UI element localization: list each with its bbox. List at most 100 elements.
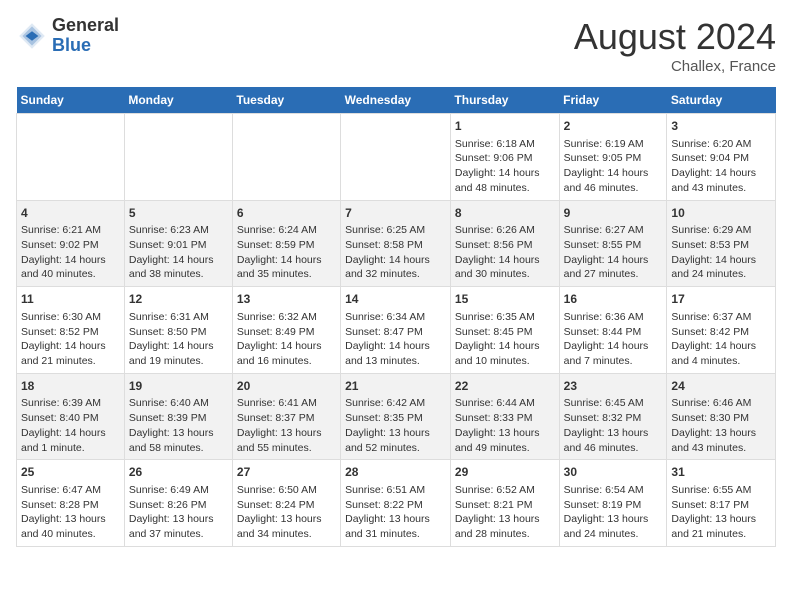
- day-content: Sunrise: 6:34 AM: [345, 310, 446, 325]
- header-cell: Wednesday: [341, 87, 451, 114]
- day-content: Daylight: 14 hours and 32 minutes.: [345, 253, 446, 282]
- day-content: Sunset: 8:49 PM: [237, 325, 336, 340]
- calendar-cell: 14Sunrise: 6:34 AMSunset: 8:47 PMDayligh…: [341, 287, 451, 374]
- day-content: Sunset: 8:39 PM: [129, 411, 228, 426]
- calendar-cell: 10Sunrise: 6:29 AMSunset: 8:53 PMDayligh…: [667, 200, 776, 287]
- calendar-cell: 19Sunrise: 6:40 AMSunset: 8:39 PMDayligh…: [124, 373, 232, 460]
- day-number: 21: [345, 378, 446, 395]
- day-content: Daylight: 13 hours and 43 minutes.: [671, 426, 771, 455]
- day-content: Daylight: 14 hours and 43 minutes.: [671, 166, 771, 195]
- day-content: Daylight: 14 hours and 30 minutes.: [455, 253, 555, 282]
- day-number: 30: [564, 464, 663, 481]
- day-content: Sunset: 8:56 PM: [455, 238, 555, 253]
- calendar-cell: 8Sunrise: 6:26 AMSunset: 8:56 PMDaylight…: [450, 200, 559, 287]
- day-content: Sunset: 8:40 PM: [21, 411, 120, 426]
- day-number: 27: [237, 464, 336, 481]
- day-content: Daylight: 14 hours and 10 minutes.: [455, 339, 555, 368]
- calendar-cell: 26Sunrise: 6:49 AMSunset: 8:26 PMDayligh…: [124, 460, 232, 547]
- day-content: Daylight: 13 hours and 28 minutes.: [455, 512, 555, 541]
- day-content: Daylight: 13 hours and 21 minutes.: [671, 512, 771, 541]
- day-content: Sunrise: 6:51 AM: [345, 483, 446, 498]
- day-content: Sunset: 8:55 PM: [564, 238, 663, 253]
- day-content: Sunset: 9:06 PM: [455, 151, 555, 166]
- day-number: 8: [455, 205, 555, 222]
- day-content: Sunset: 8:47 PM: [345, 325, 446, 340]
- day-number: 24: [671, 378, 771, 395]
- calendar-cell: 16Sunrise: 6:36 AMSunset: 8:44 PMDayligh…: [559, 287, 667, 374]
- calendar-cell: 2 Sunrise: 6:19 AMSunset: 9:05 PMDaylight…: [559, 114, 667, 201]
- day-content: Sunset: 8:21 PM: [455, 498, 555, 513]
- calendar-cell: 1Sunrise: 6:18 AMSunset: 9:06 PMDaylight…: [450, 114, 559, 201]
- calendar-row: 1 Sunrise: 6:18 AMSunset: 9:06 PM Daylight…: [17, 114, 776, 201]
- day-number: 6: [237, 205, 336, 222]
- day-content: Daylight: 13 hours and 58 minutes.: [129, 426, 228, 455]
- calendar-table: SundayMondayTuesdayWednesdayThursdayFrid…: [16, 87, 776, 547]
- day-content: Sunset: 8:32 PM: [564, 411, 663, 426]
- header-cell: Tuesday: [232, 87, 340, 114]
- calendar-row: 11Sunrise: 6:30 AMSunset: 8:52 PMDayligh…: [17, 287, 776, 374]
- day-content: Sunrise: 6:18 AM: [455, 137, 555, 152]
- day-content: Daylight: 13 hours and 24 minutes.: [564, 512, 663, 541]
- calendar-cell: [232, 114, 340, 201]
- day-content: Daylight: 13 hours and 46 minutes.: [564, 426, 663, 455]
- day-content: Sunset: 8:50 PM: [129, 325, 228, 340]
- calendar-cell: 17Sunrise: 6:37 AMSunset: 8:42 PMDayligh…: [667, 287, 776, 374]
- day-content: Sunset: 8:58 PM: [345, 238, 446, 253]
- day-content: Sunrise: 6:27 AM: [564, 223, 663, 238]
- calendar-cell: 7Sunrise: 6:25 AMSunset: 8:58 PMDaylight…: [341, 200, 451, 287]
- calendar-cell: 12Sunrise: 6:31 AMSunset: 8:50 PMDayligh…: [124, 287, 232, 374]
- day-content: Daylight: 13 hours and 37 minutes.: [129, 512, 228, 541]
- day-content: Sunset: 8:22 PM: [345, 498, 446, 513]
- day-content: Sunrise: 6:23 AM: [129, 223, 228, 238]
- day-content: Sunrise: 6:42 AM: [345, 396, 446, 411]
- calendar-cell: [124, 114, 232, 201]
- day-number: 14: [345, 291, 446, 308]
- day-content: Sunrise: 6:24 AM: [237, 223, 336, 238]
- day-content: Sunset: 8:30 PM: [671, 411, 771, 426]
- day-content: Sunrise: 6:45 AM: [564, 396, 663, 411]
- day-content: Sunrise: 6:52 AM: [455, 483, 555, 498]
- day-content: Sunrise: 6:35 AM: [455, 310, 555, 325]
- day-number: 19: [129, 378, 228, 395]
- logo-icon: [16, 20, 48, 52]
- logo-text: General Blue: [52, 16, 119, 56]
- day-content: Sunset: 8:53 PM: [671, 238, 771, 253]
- day-content: Sunrise: 6:46 AM: [671, 396, 771, 411]
- day-content: Daylight: 14 hours and 40 minutes.: [21, 253, 120, 282]
- day-content: Sunrise: 6:25 AM: [345, 223, 446, 238]
- day-content: Daylight: 14 hours and 4 minutes.: [671, 339, 771, 368]
- day-number: 1: [455, 118, 555, 135]
- calendar-cell: 5Sunrise: 6:23 AMSunset: 9:01 PMDaylight…: [124, 200, 232, 287]
- calendar-header: SundayMondayTuesdayWednesdayThursdayFrid…: [17, 87, 776, 114]
- calendar-cell: 6Sunrise: 6:24 AMSunset: 8:59 PMDaylight…: [232, 200, 340, 287]
- day-content: Sunrise: 6:47 AM: [21, 483, 120, 498]
- day-content: Sunset: 9:02 PM: [21, 238, 120, 253]
- day-content: Sunrise: 6:19 AM: [564, 137, 663, 152]
- day-content: Daylight: 14 hours and 27 minutes.: [564, 253, 663, 282]
- day-content: Sunset: 8:19 PM: [564, 498, 663, 513]
- day-content: Sunrise: 6:54 AM: [564, 483, 663, 498]
- page-header: General Blue August 2024 Challex, France: [16, 16, 776, 75]
- day-number: 23: [564, 378, 663, 395]
- day-content: Sunrise: 6:39 AM: [21, 396, 120, 411]
- day-content: Sunset: 9:01 PM: [129, 238, 228, 253]
- day-content: Sunrise: 6:31 AM: [129, 310, 228, 325]
- day-content: Sunset: 8:45 PM: [455, 325, 555, 340]
- day-content: Daylight: 14 hours and 7 minutes.: [564, 339, 663, 368]
- day-content: Daylight: 13 hours and 55 minutes.: [237, 426, 336, 455]
- day-content: Daylight: 14 hours and 46 minutes.: [564, 166, 663, 195]
- calendar-cell: 24Sunrise: 6:46 AMSunset: 8:30 PMDayligh…: [667, 373, 776, 460]
- calendar-cell: 25Sunrise: 6:47 AMSunset: 8:28 PMDayligh…: [17, 460, 125, 547]
- day-number: 29: [455, 464, 555, 481]
- day-number: 2: [564, 118, 663, 135]
- calendar-cell: 30 Sunrise: 6:54 AMSunset: 8:19 PMDayligh…: [559, 460, 667, 547]
- month-title: August 2024: [574, 16, 776, 58]
- day-content: Daylight: 14 hours and 1 minute.: [21, 426, 120, 455]
- day-content: Sunset: 8:24 PM: [237, 498, 336, 513]
- day-content: Sunrise: 6:37 AM: [671, 310, 771, 325]
- calendar-cell: 29 Sunrise: 6:52 AMSunset: 8:21 PMDayligh…: [450, 460, 559, 547]
- day-number: 17: [671, 291, 771, 308]
- day-content: Sunset: 8:28 PM: [21, 498, 120, 513]
- day-content: Daylight: 13 hours and 34 minutes.: [237, 512, 336, 541]
- day-content: Sunset: 9:05 PM: [564, 151, 663, 166]
